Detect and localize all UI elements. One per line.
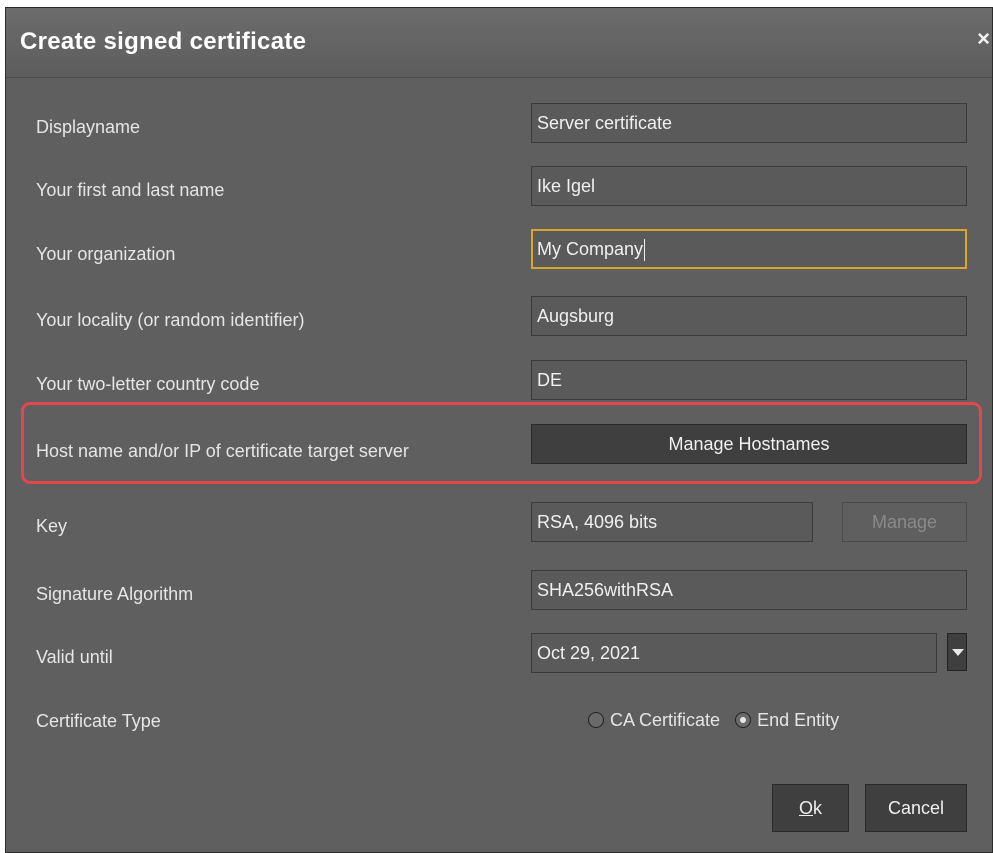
manage-hostnames-button[interactable]: Manage Hostnames: [531, 424, 967, 464]
signature-label: Signature Algorithm: [36, 584, 194, 604]
radio-unchecked-icon[interactable]: [588, 712, 604, 729]
name-label: Your first and last name: [36, 180, 225, 200]
country-field[interactable]: DE: [531, 360, 967, 400]
hostname-label: Host name and/or IP of certificate targe…: [36, 441, 409, 461]
certificate-type-radio-group: CA Certificate End Entity: [588, 709, 849, 731]
country-label: Your two-letter country code: [36, 374, 260, 394]
dialog-titlebar: Create signed certificate ×: [6, 8, 992, 78]
close-icon[interactable]: ×: [977, 26, 990, 52]
end-entity-option[interactable]: End Entity: [735, 709, 849, 730]
organization-label: Your organization: [36, 244, 176, 264]
organization-field[interactable]: My Company: [531, 229, 967, 269]
locality-field[interactable]: Augsburg: [531, 296, 967, 336]
chevron-down-icon: [952, 649, 964, 656]
displayname-label: Displayname: [36, 117, 141, 137]
valid-until-field[interactable]: Oct 29, 2021: [531, 633, 937, 673]
ca-certificate-option[interactable]: CA Certificate: [588, 709, 735, 730]
name-field[interactable]: Ike Igel: [531, 166, 967, 206]
ok-button[interactable]: Ok: [772, 784, 849, 832]
signature-field[interactable]: SHA256withRSA: [531, 570, 967, 610]
valid-until-label: Valid until: [36, 647, 113, 667]
cancel-button[interactable]: Cancel: [865, 784, 967, 832]
radio-checked-icon[interactable]: [735, 712, 752, 729]
key-field[interactable]: RSA, 4096 bits: [531, 502, 813, 542]
locality-label: Your locality (or random identifier): [36, 310, 305, 330]
displayname-field[interactable]: Server certificate: [531, 103, 967, 143]
dialog-title: Create signed certificate: [20, 28, 307, 55]
certificate-type-label: Certificate Type: [36, 711, 161, 731]
text-caret: [644, 239, 646, 262]
valid-until-dropdown-button[interactable]: [947, 633, 967, 671]
key-label: Key: [36, 516, 68, 536]
manage-key-button[interactable]: Manage: [842, 502, 967, 542]
